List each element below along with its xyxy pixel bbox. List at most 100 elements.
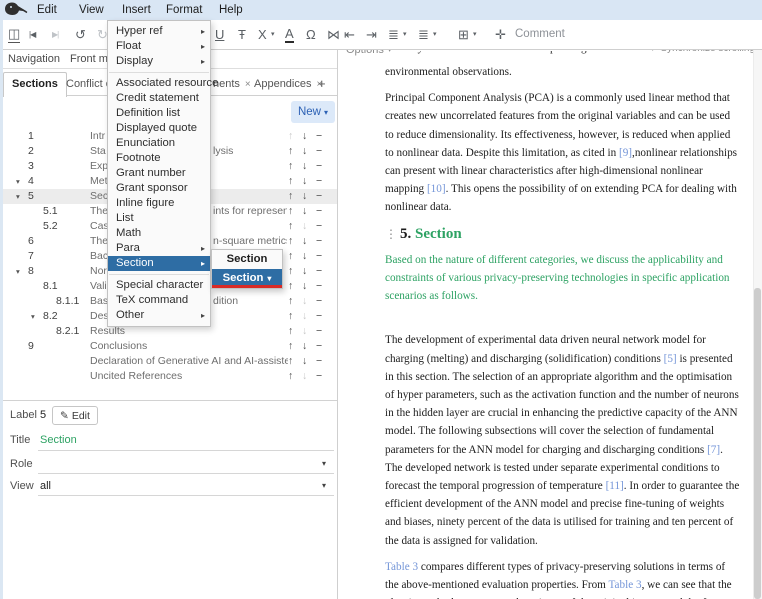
page-layout-icon[interactable]: ◫ bbox=[8, 20, 20, 49]
move-up-button[interactable]: ↑ bbox=[288, 339, 293, 354]
remove-button[interactable]: − bbox=[316, 144, 322, 159]
new-button[interactable]: New ▾ bbox=[291, 101, 335, 123]
move-down-button[interactable]: ↓ bbox=[302, 204, 307, 219]
move-down-button[interactable]: ↓ bbox=[302, 264, 307, 279]
tree-row[interactable]: 9Conclusions↑↓− bbox=[0, 339, 337, 354]
menu-item-hyper-ref[interactable]: Hyper ref▸ bbox=[108, 24, 210, 39]
menu-item-enunciation[interactable]: Enunciation bbox=[108, 136, 210, 151]
menubar-item-view[interactable]: View bbox=[75, 0, 108, 20]
move-up-button[interactable]: ↑ bbox=[288, 354, 293, 369]
bullet-list-icon[interactable]: ≣ bbox=[388, 20, 399, 49]
menubar-item-help[interactable]: Help bbox=[215, 0, 247, 20]
move-up-button[interactable]: ↑ bbox=[288, 264, 293, 279]
menu-item-inline-figure[interactable]: Inline figure bbox=[108, 196, 210, 211]
collapse-caret-icon[interactable]: ▾ bbox=[16, 264, 20, 279]
menu-item-list[interactable]: List bbox=[108, 211, 210, 226]
move-up-button[interactable]: ↑ bbox=[288, 204, 293, 219]
undo-icon[interactable]: ↺ bbox=[75, 20, 86, 49]
scrollbar[interactable] bbox=[753, 50, 762, 599]
tab-appendices[interactable]: Appendices× bbox=[254, 73, 322, 95]
menu-item-special-character[interactable]: Special character bbox=[108, 278, 210, 293]
table-icon[interactable]: ⊞ bbox=[458, 20, 469, 49]
menubar-item-edit[interactable]: Edit bbox=[33, 0, 61, 20]
font-color-icon[interactable]: A bbox=[285, 20, 294, 49]
collapse-caret-icon[interactable]: ▾ bbox=[16, 189, 20, 204]
go-first-icon[interactable]: |◀ bbox=[29, 20, 35, 49]
move-up-button[interactable]: ↑ bbox=[288, 234, 293, 249]
comment-button[interactable]: Comment bbox=[515, 20, 565, 49]
submenu-item-section-1[interactable]: Section▾ bbox=[212, 269, 282, 288]
dropdown-caret-icon[interactable]: ▾ bbox=[403, 20, 407, 49]
edit-label-button[interactable]: ✎ Edit bbox=[52, 406, 98, 425]
remove-button[interactable]: − bbox=[316, 129, 322, 144]
remove-button[interactable]: − bbox=[316, 189, 322, 204]
dropdown-caret-icon[interactable]: ▾ bbox=[271, 20, 275, 49]
underline-icon[interactable]: U bbox=[215, 20, 224, 49]
citation-link[interactable]: Table 3 bbox=[385, 561, 418, 573]
submenu-item-section-0[interactable]: Section bbox=[212, 250, 282, 269]
move-up-button[interactable]: ↑ bbox=[288, 189, 293, 204]
move-down-button[interactable]: ↓ bbox=[302, 189, 307, 204]
move-down-button[interactable]: ↓ bbox=[302, 339, 307, 354]
outdent-icon[interactable]: ⇤ bbox=[344, 20, 355, 49]
chevron-down-icon[interactable]: ▾ bbox=[322, 459, 326, 468]
tab-add-button[interactable]: + bbox=[318, 73, 326, 95]
menu-item-display[interactable]: Display▸ bbox=[108, 54, 210, 69]
move-up-button[interactable]: ↑ bbox=[288, 249, 293, 264]
special-character-icon[interactable]: Ω bbox=[306, 20, 316, 49]
menu-item-other[interactable]: Other▸ bbox=[108, 308, 210, 323]
move-up-button[interactable]: ↑ bbox=[288, 324, 293, 339]
tree-row[interactable]: Uncited References↑↓− bbox=[0, 369, 337, 384]
menu-item-tex-command[interactable]: TeX command bbox=[108, 293, 210, 308]
menu-item-definition-list[interactable]: Definition list bbox=[108, 106, 210, 121]
remove-button[interactable]: − bbox=[316, 234, 322, 249]
move-icon[interactable]: ✛ bbox=[495, 20, 506, 49]
citation-link[interactable]: Table 3 bbox=[608, 579, 641, 591]
move-down-button[interactable]: ↓ bbox=[302, 129, 307, 144]
close-icon[interactable]: × bbox=[245, 79, 251, 90]
menu-item-footnote[interactable]: Footnote bbox=[108, 151, 210, 166]
remove-button[interactable]: − bbox=[316, 219, 322, 234]
menu-item-displayed-quote[interactable]: Displayed quote bbox=[108, 121, 210, 136]
remove-button[interactable]: − bbox=[316, 339, 322, 354]
dropdown-caret-icon[interactable]: ▾ bbox=[433, 20, 437, 49]
app-logo-icon[interactable] bbox=[2, 1, 28, 23]
document-editor[interactable]: environmental observations.Principal Com… bbox=[385, 63, 741, 599]
move-down-button[interactable]: ↓ bbox=[302, 144, 307, 159]
menu-item-grant-number[interactable]: Grant number bbox=[108, 166, 210, 181]
remove-button[interactable]: − bbox=[316, 354, 322, 369]
remove-button[interactable]: − bbox=[316, 279, 322, 294]
tie-link-icon[interactable]: ⋈ bbox=[327, 20, 340, 49]
citation-link[interactable]: [11] bbox=[606, 480, 624, 492]
indent-icon[interactable]: ⇥ bbox=[366, 20, 377, 49]
move-up-button[interactable]: ↑ bbox=[288, 294, 293, 309]
move-up-button[interactable]: ↑ bbox=[288, 279, 293, 294]
go-last-icon[interactable]: ▶| bbox=[52, 20, 58, 49]
remove-button[interactable]: − bbox=[316, 249, 322, 264]
remove-button[interactable]: − bbox=[316, 204, 322, 219]
remove-button[interactable]: − bbox=[316, 369, 322, 384]
drag-handle-icon[interactable]: ⋮ bbox=[385, 227, 397, 241]
menubar-item-insert[interactable]: Insert bbox=[118, 0, 155, 20]
tree-row[interactable]: Declaration of Generative AI and AI-assi… bbox=[0, 354, 337, 369]
move-down-button[interactable]: ↓ bbox=[302, 354, 307, 369]
menu-item-section[interactable]: Section▸ bbox=[108, 256, 210, 271]
menu-item-para[interactable]: Para▸ bbox=[108, 241, 210, 256]
collapse-caret-icon[interactable]: ▾ bbox=[16, 174, 20, 189]
subscript-superscript-icon[interactable]: X bbox=[258, 20, 267, 49]
move-down-button[interactable]: ↓ bbox=[302, 159, 307, 174]
numbered-list-icon[interactable]: ≣ bbox=[418, 20, 429, 49]
tab-nents[interactable]: nents× bbox=[213, 73, 251, 95]
subtab-navigation[interactable]: Navigation bbox=[8, 50, 60, 69]
menu-item-credit-statement[interactable]: Credit statement bbox=[108, 91, 210, 106]
menu-item-float[interactable]: Float▸ bbox=[108, 39, 210, 54]
move-up-button[interactable]: ↑ bbox=[288, 159, 293, 174]
dropdown-caret-icon[interactable]: ▾ bbox=[473, 20, 477, 49]
move-down-button[interactable]: ↓ bbox=[302, 174, 307, 189]
citation-link[interactable]: [5] bbox=[664, 353, 677, 365]
move-up-button[interactable]: ↑ bbox=[288, 369, 293, 384]
citation-link[interactable]: [7] bbox=[707, 444, 720, 456]
chevron-down-icon[interactable]: ▾ bbox=[322, 481, 326, 490]
move-down-button[interactable]: ↓ bbox=[302, 234, 307, 249]
scrollbar-thumb[interactable] bbox=[754, 288, 761, 599]
